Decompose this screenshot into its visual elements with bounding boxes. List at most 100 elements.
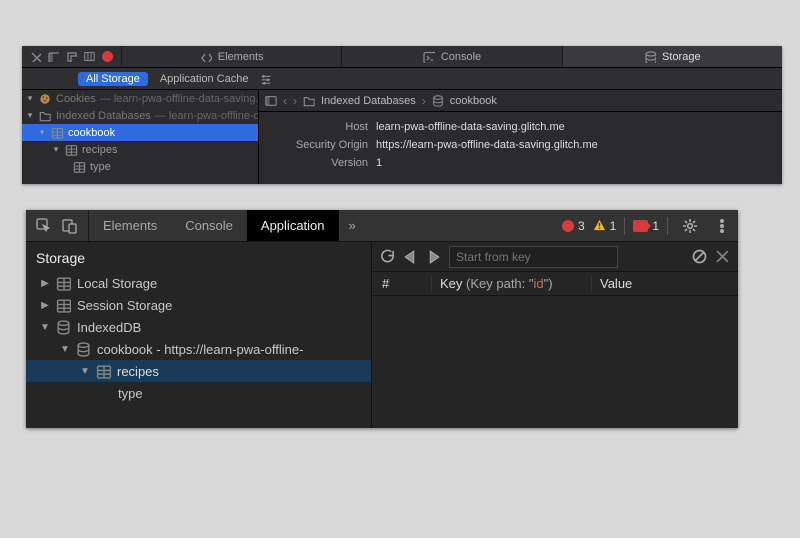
sliders-icon[interactable]: [260, 73, 272, 85]
safari-detail-list: Hostlearn-pwa-offline-data-saving.glitch…: [259, 112, 782, 178]
sidebar-item-store[interactable]: ▼ recipes: [26, 360, 371, 382]
safari-topbar: Elements Console Storage: [22, 46, 782, 68]
delete-icon[interactable]: [715, 249, 730, 264]
chrome-tabs: Elements Console Application: [89, 210, 339, 241]
copy-icon[interactable]: [66, 51, 77, 62]
sidebar-item-label: cookbook - https://learn-pwa-offline-: [97, 342, 303, 357]
tab-console[interactable]: Console: [171, 210, 247, 241]
page-next-icon[interactable]: [426, 249, 441, 264]
filter-application-cache[interactable]: Application Cache: [152, 72, 257, 86]
safari-crumbbar: ‹ › Indexed Databases › cookbook: [259, 90, 782, 112]
safari-filterbar: All Storage Application Cache: [22, 68, 782, 90]
clear-icon[interactable]: [692, 249, 707, 264]
tab-console[interactable]: Console: [341, 46, 561, 67]
errors-badge[interactable]: 3: [562, 219, 585, 233]
tree-group-cookies[interactable]: ▾ Cookies — learn-pwa-offline-data-savin…: [22, 90, 258, 107]
issues-badge[interactable]: 1: [633, 219, 659, 233]
more-tabs-button[interactable]: »: [339, 210, 366, 241]
database-icon: [56, 320, 71, 335]
sidebar-item-label: IndexedDB: [77, 320, 141, 335]
issues-flag-icon: [633, 220, 648, 232]
page-prev-icon[interactable]: [403, 249, 418, 264]
tab-elements[interactable]: Elements: [89, 210, 171, 241]
database-icon: [50, 127, 64, 139]
expand-icon: ▾: [26, 110, 34, 121]
table-icon: [56, 276, 71, 291]
tree-sublabel: — learn-pwa-offline-data-saving.gl…: [100, 93, 258, 105]
refresh-icon[interactable]: [380, 249, 395, 264]
tab-application[interactable]: Application: [247, 210, 339, 241]
settings-button[interactable]: [674, 210, 706, 241]
close-icon[interactable]: [30, 51, 41, 62]
tree-label: Cookies: [56, 93, 96, 105]
sidebar-item-index[interactable]: type: [26, 382, 371, 404]
expand-icon: ▼: [60, 344, 70, 355]
tree-sublabel: — learn-pwa-offline-dat…: [155, 110, 258, 122]
start-key-input[interactable]: [449, 246, 618, 268]
elements-icon: [200, 51, 212, 63]
tree-group-indexeddb[interactable]: ▾ Indexed Databases — learn-pwa-offline-…: [22, 107, 258, 124]
sidebar-toggle-icon[interactable]: [265, 95, 277, 107]
safari-storage-tree: ▾ Cookies — learn-pwa-offline-data-savin…: [22, 90, 259, 184]
tab-label: Storage: [662, 51, 701, 63]
idb-table-header: # Key (Key path: "id") Value: [372, 272, 738, 296]
idb-table-body: [372, 296, 738, 428]
col-index: #: [372, 276, 432, 291]
expand-icon: ▼: [40, 322, 50, 333]
expand-icon: ▾: [26, 93, 34, 104]
table-icon: [56, 298, 71, 313]
chrome-devtools-window: Elements Console Application » 3 1 1 Sto…: [26, 210, 738, 428]
cookie-icon: [38, 93, 52, 105]
sidebar-item-label: type: [118, 386, 143, 401]
sidebar-item-session-storage[interactable]: ▶ Session Storage: [26, 294, 371, 316]
crumb-separator-icon: ›: [422, 94, 426, 108]
storage-icon: [644, 51, 656, 63]
tree-label: Indexed Databases: [56, 110, 151, 122]
error-badge-icon[interactable]: [102, 51, 113, 62]
tree-label: recipes: [82, 144, 117, 156]
sidebar-item-label: recipes: [117, 364, 159, 379]
table-icon: [96, 364, 111, 379]
device-toggle-icon[interactable]: [62, 218, 78, 234]
dock-icon[interactable]: [48, 51, 59, 62]
crumb-current[interactable]: cookbook: [450, 95, 497, 107]
sidebar-item-indexeddb[interactable]: ▼ IndexedDB: [26, 316, 371, 338]
tab-storage[interactable]: Storage: [562, 46, 782, 67]
tabs-icon[interactable]: [84, 51, 95, 62]
safari-window-controls: [22, 46, 121, 67]
idb-toolbar: [372, 242, 738, 272]
col-value: Value: [592, 276, 632, 291]
tree-label: type: [90, 161, 111, 173]
tree-label: cookbook: [68, 127, 115, 139]
expand-icon: ▾: [52, 144, 60, 155]
kebab-icon: [714, 218, 730, 234]
database-icon: [432, 95, 444, 107]
sidebar-item-label: Local Storage: [77, 276, 157, 291]
detail-value: https://learn-pwa-offline-data-saving.gl…: [376, 136, 598, 154]
tree-item-database[interactable]: ▾ cookbook: [22, 124, 258, 141]
tree-item-index[interactable]: type: [22, 158, 258, 175]
nav-forward-icon[interactable]: ›: [293, 94, 297, 108]
tree-item-store[interactable]: ▾ recipes: [22, 141, 258, 158]
gear-icon: [682, 218, 698, 234]
filter-all-storage[interactable]: All Storage: [78, 72, 148, 86]
sidebar-item-label: Session Storage: [77, 298, 172, 313]
detail-value: 1: [376, 154, 382, 172]
sidebar-item-database[interactable]: ▼ cookbook - https://learn-pwa-offline-: [26, 338, 371, 360]
expand-icon: ▼: [80, 366, 90, 377]
sidebar-item-local-storage[interactable]: ▶ Local Storage: [26, 272, 371, 294]
inspect-icon[interactable]: [36, 218, 52, 234]
crumb-parent[interactable]: Indexed Databases: [321, 95, 416, 107]
menu-button[interactable]: [706, 210, 738, 241]
detail-key: Security Origin: [273, 136, 368, 154]
tab-elements[interactable]: Elements: [121, 46, 341, 67]
detail-key: Version: [273, 154, 368, 172]
nav-back-icon[interactable]: ‹: [283, 94, 287, 108]
chrome-app-sidebar: Storage ▶ Local Storage ▶ Session Storag…: [26, 242, 372, 428]
expand-icon: ▶: [40, 278, 50, 289]
warnings-badge[interactable]: 1: [593, 219, 617, 233]
safari-tabs: Elements Console Storage: [121, 46, 782, 67]
chrome-topbar: Elements Console Application » 3 1 1: [26, 210, 738, 242]
chrome-status-badges: 3 1 1: [556, 210, 674, 241]
expand-icon: ▾: [38, 127, 46, 138]
